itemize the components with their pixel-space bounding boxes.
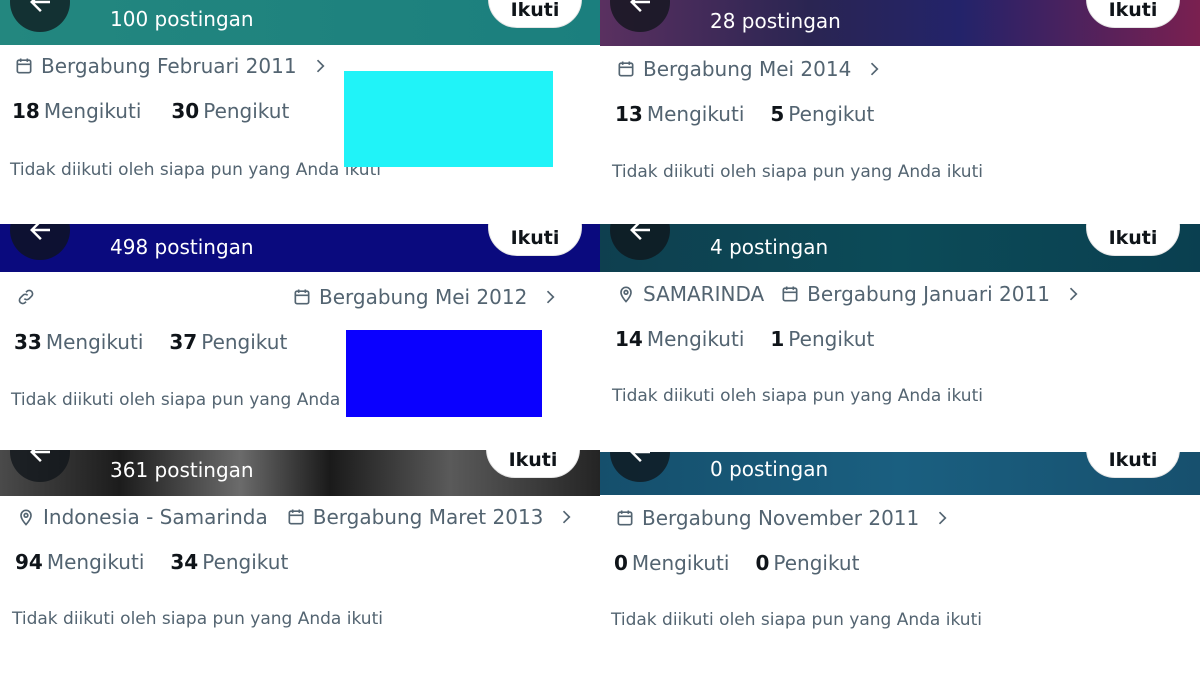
followed-by-note: Tidak diikuti oleh siapa pun yang Anda i… xyxy=(10,160,381,180)
following-stat[interactable]: 14 Mengikuti xyxy=(615,327,744,351)
joined-date[interactable]: Bergabung Maret 2013 xyxy=(286,505,577,529)
profile-meta: Bergabung November 2011 xyxy=(615,506,952,530)
joined-date[interactable]: Bergabung Februari 2011 xyxy=(14,54,330,78)
follow-button[interactable]: Ikuti xyxy=(486,450,580,478)
post-count: 498 postingan xyxy=(110,235,254,259)
calendar-icon xyxy=(16,58,32,74)
arrow-left-icon xyxy=(30,224,50,240)
arrow-left-icon xyxy=(630,224,650,240)
followed-by-note: Tidak diikuti oleh siapa pun yang Anda i… xyxy=(12,609,383,629)
chevron-right-icon xyxy=(316,59,325,73)
followers-stat[interactable]: 5 Pengikut xyxy=(770,102,874,126)
calendar-icon xyxy=(617,510,633,526)
joined-date[interactable]: Bergabung Januari 2011 xyxy=(780,282,1083,306)
redaction-box xyxy=(344,71,553,167)
profile-meta: Indonesia - Samarinda Bergabung Maret 20… xyxy=(16,505,576,529)
follow-stats: 13 Mengikuti 5 Pengikut xyxy=(615,102,874,126)
chevron-right-icon xyxy=(871,62,879,76)
following-stat[interactable]: 33 Mengikuti xyxy=(14,330,143,354)
calendar-icon xyxy=(618,61,634,77)
following-stat[interactable]: 18 Mengikuti xyxy=(12,99,141,123)
calendar-icon xyxy=(782,286,798,302)
profile-panel-4: 4 postingan Ikuti SAMARINDA Bergabung Ja… xyxy=(600,224,1200,452)
joined-label: Bergabung Maret 2013 xyxy=(312,505,544,529)
joined-label: Bergabung November 2011 xyxy=(642,506,920,530)
arrow-left-icon xyxy=(30,0,50,12)
follow-stats: 94 Mengikuti 34 Pengikut xyxy=(15,550,288,574)
profile-meta: Bergabung Mei 2012 xyxy=(16,285,560,309)
chevron-right-icon xyxy=(547,290,555,304)
follow-button[interactable]: Ikuti xyxy=(488,224,582,256)
chevron-right-icon xyxy=(1069,287,1078,301)
profile-panel-3: 498 postingan Ikuti Bergabung Mei 2012 3… xyxy=(0,224,600,450)
location-label: SAMARINDA xyxy=(643,282,765,306)
followed-by-note: Tidak diikuti oleh siapa pun yang Anda i… xyxy=(612,386,983,406)
follow-stats: 14 Mengikuti 1 Pengikut xyxy=(615,327,874,351)
link-icon xyxy=(18,289,34,305)
profile-meta: SAMARINDA Bergabung Januari 2011 xyxy=(616,282,1083,306)
joined-date[interactable]: Bergabung Mei 2012 xyxy=(292,285,560,309)
follow-button[interactable]: Ikuti xyxy=(1086,224,1180,256)
following-stat[interactable]: 13 Mengikuti xyxy=(615,102,744,126)
followers-stat[interactable]: 1 Pengikut xyxy=(770,327,874,351)
joined-label: Bergabung Februari 2011 xyxy=(41,54,297,78)
post-count: 100 postingan xyxy=(110,7,254,31)
arrow-left-icon xyxy=(630,0,650,12)
joined-label: Bergabung Mei 2012 xyxy=(319,285,528,309)
location: SAMARINDA xyxy=(616,282,764,306)
follow-stats: 0 Mengikuti 0 Pengikut xyxy=(614,551,859,575)
followers-stat[interactable]: 37 Pengikut xyxy=(169,330,287,354)
website-link[interactable] xyxy=(16,287,36,307)
followers-stat[interactable]: 0 Pengikut xyxy=(755,551,859,575)
chevron-right-icon xyxy=(563,510,571,524)
joined-date[interactable]: Bergabung Mei 2014 xyxy=(616,57,884,81)
location-pin-icon xyxy=(20,509,32,526)
profile-meta: Bergabung Februari 2011 xyxy=(14,54,330,78)
post-count: 4 postingan xyxy=(710,235,829,259)
followers-stat[interactable]: 34 Pengikut xyxy=(170,550,288,574)
following-stat[interactable]: 94 Mengikuti xyxy=(15,550,144,574)
profile-meta: Bergabung Mei 2014 xyxy=(616,57,884,81)
followed-by-note: Tidak diikuti oleh siapa pun yang Anda i… xyxy=(612,162,983,182)
location-label: Indonesia - Samarinda xyxy=(43,505,268,529)
followed-by-note: Tidak diikuti oleh siapa pun yang Anda i… xyxy=(11,390,382,410)
followers-stat[interactable]: 30 Pengikut xyxy=(171,99,289,123)
joined-label: Bergabung Mei 2014 xyxy=(643,57,852,81)
location: Indonesia - Samarinda xyxy=(16,505,268,529)
follow-stats: 18 Mengikuti 30 Pengikut xyxy=(12,99,289,123)
chevron-right-icon xyxy=(939,511,947,525)
calendar-icon xyxy=(294,289,310,305)
following-stat[interactable]: 0 Mengikuti xyxy=(614,551,729,575)
joined-label: Bergabung Januari 2011 xyxy=(807,282,1050,306)
post-count: 0 postingan xyxy=(710,457,829,481)
profile-panel-6: 0 postingan Ikuti Bergabung November 201… xyxy=(600,452,1200,674)
profile-panel-1: 100 postingan Ikuti Bergabung Februari 2… xyxy=(0,0,600,224)
follow-stats: 33 Mengikuti 37 Pengikut xyxy=(14,330,287,354)
follow-button[interactable]: Ikuti xyxy=(1086,0,1180,28)
followed-by-note: Tidak diikuti oleh siapa pun yang Anda i… xyxy=(611,610,982,630)
profile-panel-2: 28 postingan Ikuti Bergabung Mei 2014 13… xyxy=(600,0,1200,224)
location-pin-icon xyxy=(620,286,632,303)
follow-button[interactable]: Ikuti xyxy=(488,0,582,28)
arrow-left-icon xyxy=(630,452,650,462)
post-count: 28 postingan xyxy=(710,9,841,33)
arrow-left-icon xyxy=(30,450,50,462)
profile-panel-5: 361 postingan Ikuti Indonesia - Samarind… xyxy=(0,450,600,674)
joined-date[interactable]: Bergabung November 2011 xyxy=(615,506,952,530)
redaction-box xyxy=(346,330,542,417)
calendar-icon xyxy=(288,509,304,525)
post-count: 361 postingan xyxy=(110,458,254,482)
